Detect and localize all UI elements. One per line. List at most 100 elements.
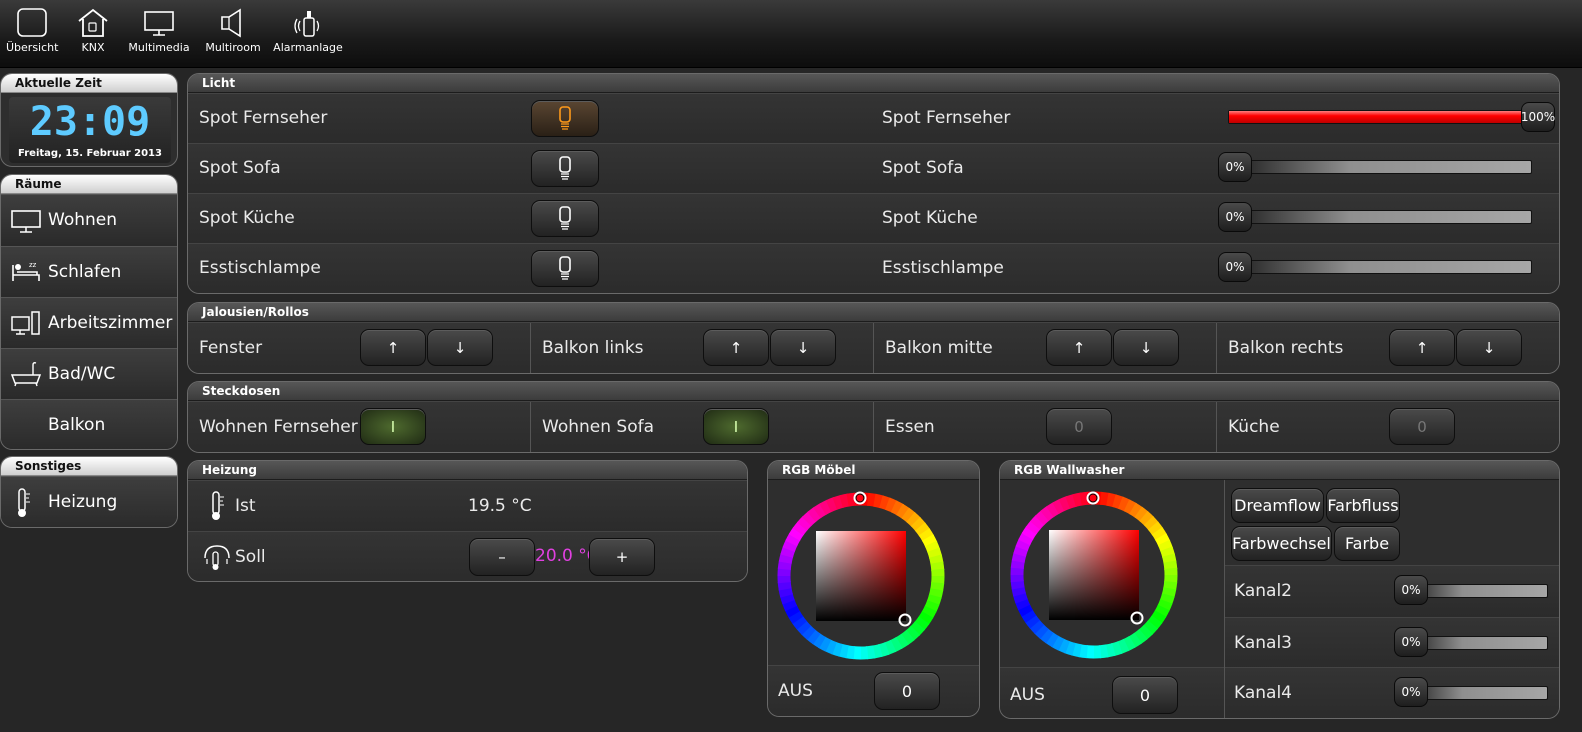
jalousie-label: Fenster xyxy=(199,338,263,358)
channel-knob[interactable]: 0% xyxy=(1394,627,1428,657)
socket-label: Wohnen Sofa xyxy=(542,417,654,437)
misc-title: Sonstiges xyxy=(1,457,177,476)
socket-item: Küche 0 xyxy=(1217,401,1559,452)
color-wheel[interactable] xyxy=(776,491,946,661)
program-farbfluss-button[interactable]: Farbfluss xyxy=(1326,488,1400,523)
jalousie-up-button[interactable]: ↑ xyxy=(703,329,769,366)
rgb-moebel-title: RGB Möbel xyxy=(768,461,979,480)
socket-toggle-button[interactable]: I xyxy=(360,408,426,445)
clock-panel: Aktuelle Zeit 23:09 Freitag, 15. Februar… xyxy=(0,73,178,167)
light-toggle-button[interactable] xyxy=(531,250,599,287)
sidebar-item-wohnen[interactable]: Wohnen xyxy=(1,194,177,246)
program-dreamflow-button[interactable]: Dreamflow xyxy=(1231,488,1324,523)
color-wheel[interactable] xyxy=(1009,490,1179,660)
program-farbe-button[interactable]: Farbe xyxy=(1334,526,1400,561)
jalousien-title: Jalousien/Rollos xyxy=(188,303,1559,322)
top-navigation-bar: Übersicht KNX Multimedia Multiroom Alarm… xyxy=(0,0,1582,68)
socket-label: Küche xyxy=(1228,417,1280,437)
dimmer-fill xyxy=(1229,111,1531,123)
dimmer-slider[interactable] xyxy=(1228,260,1532,274)
dimmer-knob[interactable]: 0% xyxy=(1218,202,1252,232)
licht-title: Licht xyxy=(188,74,1559,93)
dimmer-knob[interactable]: 100% xyxy=(1521,102,1555,132)
rgb-moebel-aus-row: AUS 0 xyxy=(768,665,979,716)
socket-item: Essen 0 xyxy=(874,401,1217,452)
licht-row: Spot Sofa Spot Sofa 0% xyxy=(188,143,1559,193)
channel-row: Kanal3 0% xyxy=(1225,617,1559,669)
dimmer-slider[interactable] xyxy=(1228,160,1532,174)
rgb-wall-aus-button[interactable]: 0 xyxy=(1112,676,1178,714)
svg-text:zz: zz xyxy=(29,261,37,269)
jalousie-item: Balkon rechts ↑ ↓ xyxy=(1217,322,1559,373)
socket-toggle-button[interactable]: 0 xyxy=(1046,408,1112,445)
nav-label: Übersicht xyxy=(6,41,59,54)
sidebar-item-label: Bad/WC xyxy=(48,364,116,384)
light-switch-label: Spot Küche xyxy=(199,208,295,228)
sidebar-item-label: Balkon xyxy=(48,415,106,435)
sidebar-item-label: Schlafen xyxy=(48,262,122,282)
jalousie-up-button[interactable]: ↑ xyxy=(1046,329,1112,366)
socket-toggle-button[interactable]: I xyxy=(703,408,769,445)
color-picker-wall[interactable] xyxy=(1000,480,1224,667)
jalousie-down-button[interactable]: ↓ xyxy=(1456,329,1522,366)
light-switch-label: Spot Fernseher xyxy=(199,108,328,128)
speaker-icon xyxy=(221,8,241,38)
jalousie-item: Balkon mitte ↑ ↓ xyxy=(874,322,1217,373)
licht-row: Esstischlampe Esstischlampe 0% xyxy=(188,243,1559,293)
light-switch-label: Esstischlampe xyxy=(199,258,321,278)
steckdosen-title: Steckdosen xyxy=(188,382,1559,401)
light-toggle-button[interactable] xyxy=(531,200,599,237)
jalousie-down-button[interactable]: ↓ xyxy=(1113,329,1179,366)
bulb-icon xyxy=(559,105,571,130)
dimmer-slider[interactable] xyxy=(1228,110,1532,124)
channel-knob[interactable]: 0% xyxy=(1394,677,1428,707)
jalousie-down-button[interactable]: ↓ xyxy=(770,329,836,366)
sidebar-item-bad-wc[interactable]: Bad/WC xyxy=(1,348,177,399)
jalousie-down-button[interactable]: ↓ xyxy=(427,329,493,366)
dimmer-knob[interactable]: 0% xyxy=(1218,152,1252,182)
nav-multiroom[interactable]: Multiroom xyxy=(202,8,264,64)
nav-overview[interactable]: Übersicht xyxy=(6,8,58,64)
color-picker-moebel[interactable] xyxy=(768,480,979,665)
sidebar-item-balkon[interactable]: Balkon xyxy=(1,399,177,449)
bathtub-icon xyxy=(11,362,41,387)
sidebar-item-schlafen[interactable]: zz Schlafen xyxy=(1,246,177,297)
channel-row: Kanal2 0% xyxy=(1225,565,1559,617)
dimmer-knob[interactable]: 0% xyxy=(1218,252,1252,282)
heizung-soll-row: Soll – 20.0 °C + xyxy=(188,531,747,581)
program-farbwechsel-button[interactable]: Farbwechsel xyxy=(1231,526,1332,561)
channel-knob[interactable]: 0% xyxy=(1394,575,1428,605)
dimmer-slider[interactable] xyxy=(1228,210,1532,224)
heizung-decrease-button[interactable]: – xyxy=(469,538,535,576)
nav-alarm[interactable]: Alarmanlage xyxy=(272,8,344,64)
jalousie-label: Balkon mitte xyxy=(885,338,993,358)
thermostat-icon xyxy=(204,545,230,570)
light-toggle-button[interactable] xyxy=(531,100,599,137)
nav-knx[interactable]: KNX xyxy=(70,8,116,64)
rgb-moebel-aus-button[interactable]: 0 xyxy=(874,672,940,710)
dimmer-label: Spot Sofa xyxy=(882,158,964,178)
jalousie-label: Balkon links xyxy=(542,338,644,358)
rgb-wall-panel: RGB Wallwasher Dreamflow Farbfluss Farbw… xyxy=(999,460,1560,719)
licht-row: Spot Küche Spot Küche 0% xyxy=(188,193,1559,243)
clock-date: Freitag, 15. Februar 2013 xyxy=(18,148,162,159)
rooms-panel: Räume Wohnen zz Schlafen Arbeitszimmer B… xyxy=(0,174,178,450)
licht-row: Spot Fernseher Spot Fernseher 100% xyxy=(188,93,1559,143)
bulb-icon xyxy=(559,155,571,180)
jalousie-up-button[interactable]: ↑ xyxy=(360,329,426,366)
jalousie-up-button[interactable]: ↑ xyxy=(1389,329,1455,366)
socket-toggle-button[interactable]: 0 xyxy=(1389,408,1455,445)
clock-time: 23:09 xyxy=(29,99,151,145)
sidebar-item-heizung[interactable]: Heizung xyxy=(1,476,177,527)
nav-multimedia[interactable]: Multimedia xyxy=(128,8,190,64)
licht-panel: Licht Spot Fernseher Spot Fernseher 100% Sp… xyxy=(187,73,1560,294)
heizung-ist-row: Ist 19.5 °C xyxy=(188,480,747,531)
nav-label: Multimedia xyxy=(128,41,190,54)
heizung-increase-button[interactable]: + xyxy=(589,538,655,576)
nav-label: Multiroom xyxy=(205,41,261,54)
channel-row: Kanal4 0% xyxy=(1225,667,1559,718)
sidebar-item-arbeitszimmer[interactable]: Arbeitszimmer xyxy=(1,297,177,348)
house-icon xyxy=(78,8,108,37)
light-toggle-button[interactable] xyxy=(531,150,599,187)
heizung-panel: Heizung Ist 19.5 °C Soll – 20.0 °C + xyxy=(187,460,748,582)
